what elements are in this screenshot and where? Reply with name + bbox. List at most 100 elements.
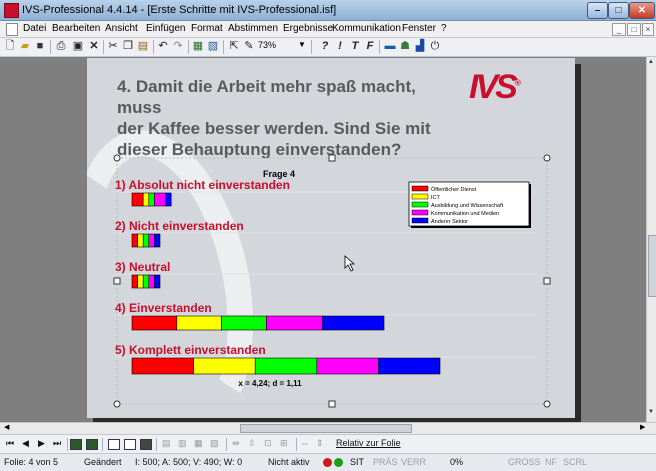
first-slide-icon[interactable]: ⏮	[6, 438, 14, 449]
open-folder-icon[interactable]: ▰	[18, 40, 32, 53]
bar-segment	[142, 274, 150, 289]
vertical-scroll-thumb[interactable]	[648, 235, 656, 297]
horizontal-scroll-thumb[interactable]	[240, 424, 412, 433]
format-false-button[interactable]: F	[363, 40, 377, 53]
scroll-up-icon[interactable]: ▲	[648, 59, 654, 65]
bar-segment	[154, 192, 166, 207]
menu-einfuegen[interactable]: Einfügen	[146, 23, 185, 34]
menu-ergebnisse[interactable]: Ergebnisse	[283, 23, 333, 34]
resize-handle	[543, 154, 551, 162]
align-center-icon[interactable]: ▥	[178, 438, 187, 449]
resize-handle	[328, 154, 336, 162]
undo-icon[interactable]: ↶	[156, 40, 170, 53]
slide-counter: Folie: 4 von 5	[4, 457, 59, 467]
cut-icon[interactable]: ✂	[106, 40, 120, 53]
document-icon[interactable]	[6, 23, 18, 36]
zoom-select[interactable]: 73%	[258, 40, 296, 52]
red-status-icon	[323, 458, 332, 467]
results-chart[interactable]: Frage 41) Absolut nicht einverstanden2) …	[87, 58, 575, 418]
spacing-h-icon[interactable]: ⇔	[300, 438, 309, 448]
align-left-icon[interactable]: ▤	[162, 438, 171, 449]
format-true-button[interactable]: T	[348, 40, 362, 53]
scroll-right-icon[interactable]: ▶	[640, 423, 645, 431]
legend-label: Anderer Sektor	[431, 219, 468, 225]
progress-percent: 0%	[450, 457, 464, 467]
prev-slide-icon[interactable]: ◀	[22, 438, 29, 449]
legend-label: Ausbildung und Wissenschaft	[431, 203, 504, 209]
same-width-icon[interactable]: ⊞	[280, 438, 288, 449]
distribute-h-icon[interactable]: ⇹	[232, 438, 240, 449]
mouse-cursor-icon	[344, 255, 356, 272]
image-icon[interactable]: ▬	[383, 40, 397, 53]
minimize-button[interactable]: –	[587, 2, 608, 19]
paste-icon[interactable]: ▤	[136, 40, 150, 53]
align-right-icon[interactable]: ▦	[194, 438, 203, 449]
menu-help[interactable]: ?	[441, 23, 447, 34]
menu-fenster[interactable]: Fenster	[402, 23, 436, 34]
bar-segment	[148, 274, 155, 289]
bar-segment	[137, 233, 144, 248]
slide-back-icon[interactable]: ▧	[206, 40, 220, 53]
bar-segment	[154, 274, 161, 289]
relative-to-slide-button[interactable]: Relativ zur Folie	[336, 438, 401, 448]
delete-icon[interactable]: ✕	[87, 40, 101, 53]
category-label: 3) Neutral	[115, 260, 170, 274]
people-icon[interactable]: ☗	[398, 40, 412, 53]
legend-label: ICT	[431, 195, 441, 201]
align-justify-icon[interactable]: ▧	[210, 438, 219, 449]
slide-canvas[interactable]: 4. Damit die Arbeit mehr spaß macht, mus…	[87, 58, 575, 418]
view-outline-icon[interactable]	[108, 439, 120, 450]
bar-segment	[131, 315, 178, 331]
mdi-minimize-button[interactable]: _	[612, 23, 626, 36]
category-label: 4) Einverstanden	[115, 301, 212, 315]
view-show-icon[interactable]	[140, 439, 152, 450]
format-question-button[interactable]: ?	[318, 40, 332, 53]
legend-label: Öffentlicher Dienst	[431, 186, 477, 193]
menu-ansicht[interactable]: Ansicht	[105, 23, 138, 34]
menu-format[interactable]: Format	[191, 23, 223, 34]
bar-chart-icon[interactable]: ▟	[413, 40, 427, 53]
mdi-close-button[interactable]: ×	[642, 23, 654, 36]
view-sorter-icon[interactable]	[124, 439, 136, 450]
pointer-icon[interactable]: ⇱	[227, 40, 241, 53]
vertical-scrollbar[interactable]: ▲ ▼	[646, 57, 656, 422]
spacing-v-icon[interactable]: ⇕	[316, 438, 324, 449]
format-exclamation-button[interactable]: !	[333, 40, 347, 53]
redo-icon[interactable]: ↷	[171, 40, 185, 53]
print-icon[interactable]: ⎙	[54, 40, 68, 53]
sit-indicator: SIT	[350, 457, 365, 467]
legend-swatch	[411, 193, 429, 200]
bar-segment	[154, 233, 161, 248]
save-icon[interactable]: ■	[33, 40, 47, 53]
chevron-down-icon[interactable]: ▼	[298, 40, 306, 49]
window-title: IVS-Professional 4.4.14 - [Erste Schritt…	[22, 4, 337, 16]
new-file-icon[interactable]: 🗋	[3, 40, 17, 53]
bar-segment	[131, 192, 144, 207]
scroll-down-icon[interactable]: ▼	[648, 409, 654, 415]
toolbar: 🗋 ▰ ■ ⎙ ▣ ✕ ✂ ❐ ▤ ↶ ↷ ▦ ▧ ⇱ ✎ 73% ▼ ? ! …	[0, 38, 656, 57]
same-size-icon[interactable]: ⊡	[264, 438, 272, 449]
properties-icon[interactable]: ▣	[71, 40, 85, 53]
maximize-button[interactable]: □	[608, 2, 629, 19]
horizontal-scrollbar[interactable]: ◀ ▶	[0, 422, 656, 434]
next-slide-icon[interactable]: ▶	[38, 438, 45, 449]
bar-segment	[176, 315, 222, 331]
menu-abstimmen[interactable]: Abstimmen	[228, 23, 278, 34]
close-button[interactable]: ✕	[629, 2, 655, 19]
distribute-v-icon[interactable]: ⇳	[248, 438, 256, 449]
copy-icon[interactable]: ❐	[121, 40, 135, 53]
menu-datei[interactable]: Datei	[23, 23, 46, 34]
view-notes-icon[interactable]	[86, 439, 98, 450]
slide-forward-icon[interactable]: ▦	[191, 40, 205, 53]
timer-icon[interactable]: ⏻	[428, 40, 442, 53]
mdi-restore-button[interactable]: □	[627, 23, 641, 36]
status-bar: Folie: 4 von 5 Geändert I: 500; A: 500; …	[0, 453, 656, 471]
menu-bearbeiten[interactable]: Bearbeiten	[52, 23, 100, 34]
last-slide-icon[interactable]: ⏭	[53, 438, 61, 449]
view-slide-icon[interactable]	[70, 439, 82, 450]
pen-icon[interactable]: ✎	[242, 40, 256, 53]
scroll-left-icon[interactable]: ◀	[4, 423, 9, 431]
pras-indicator: PRÄS	[373, 457, 398, 467]
bar-segment	[148, 233, 155, 248]
menu-kommunikation[interactable]: Kommunikation	[332, 23, 401, 34]
